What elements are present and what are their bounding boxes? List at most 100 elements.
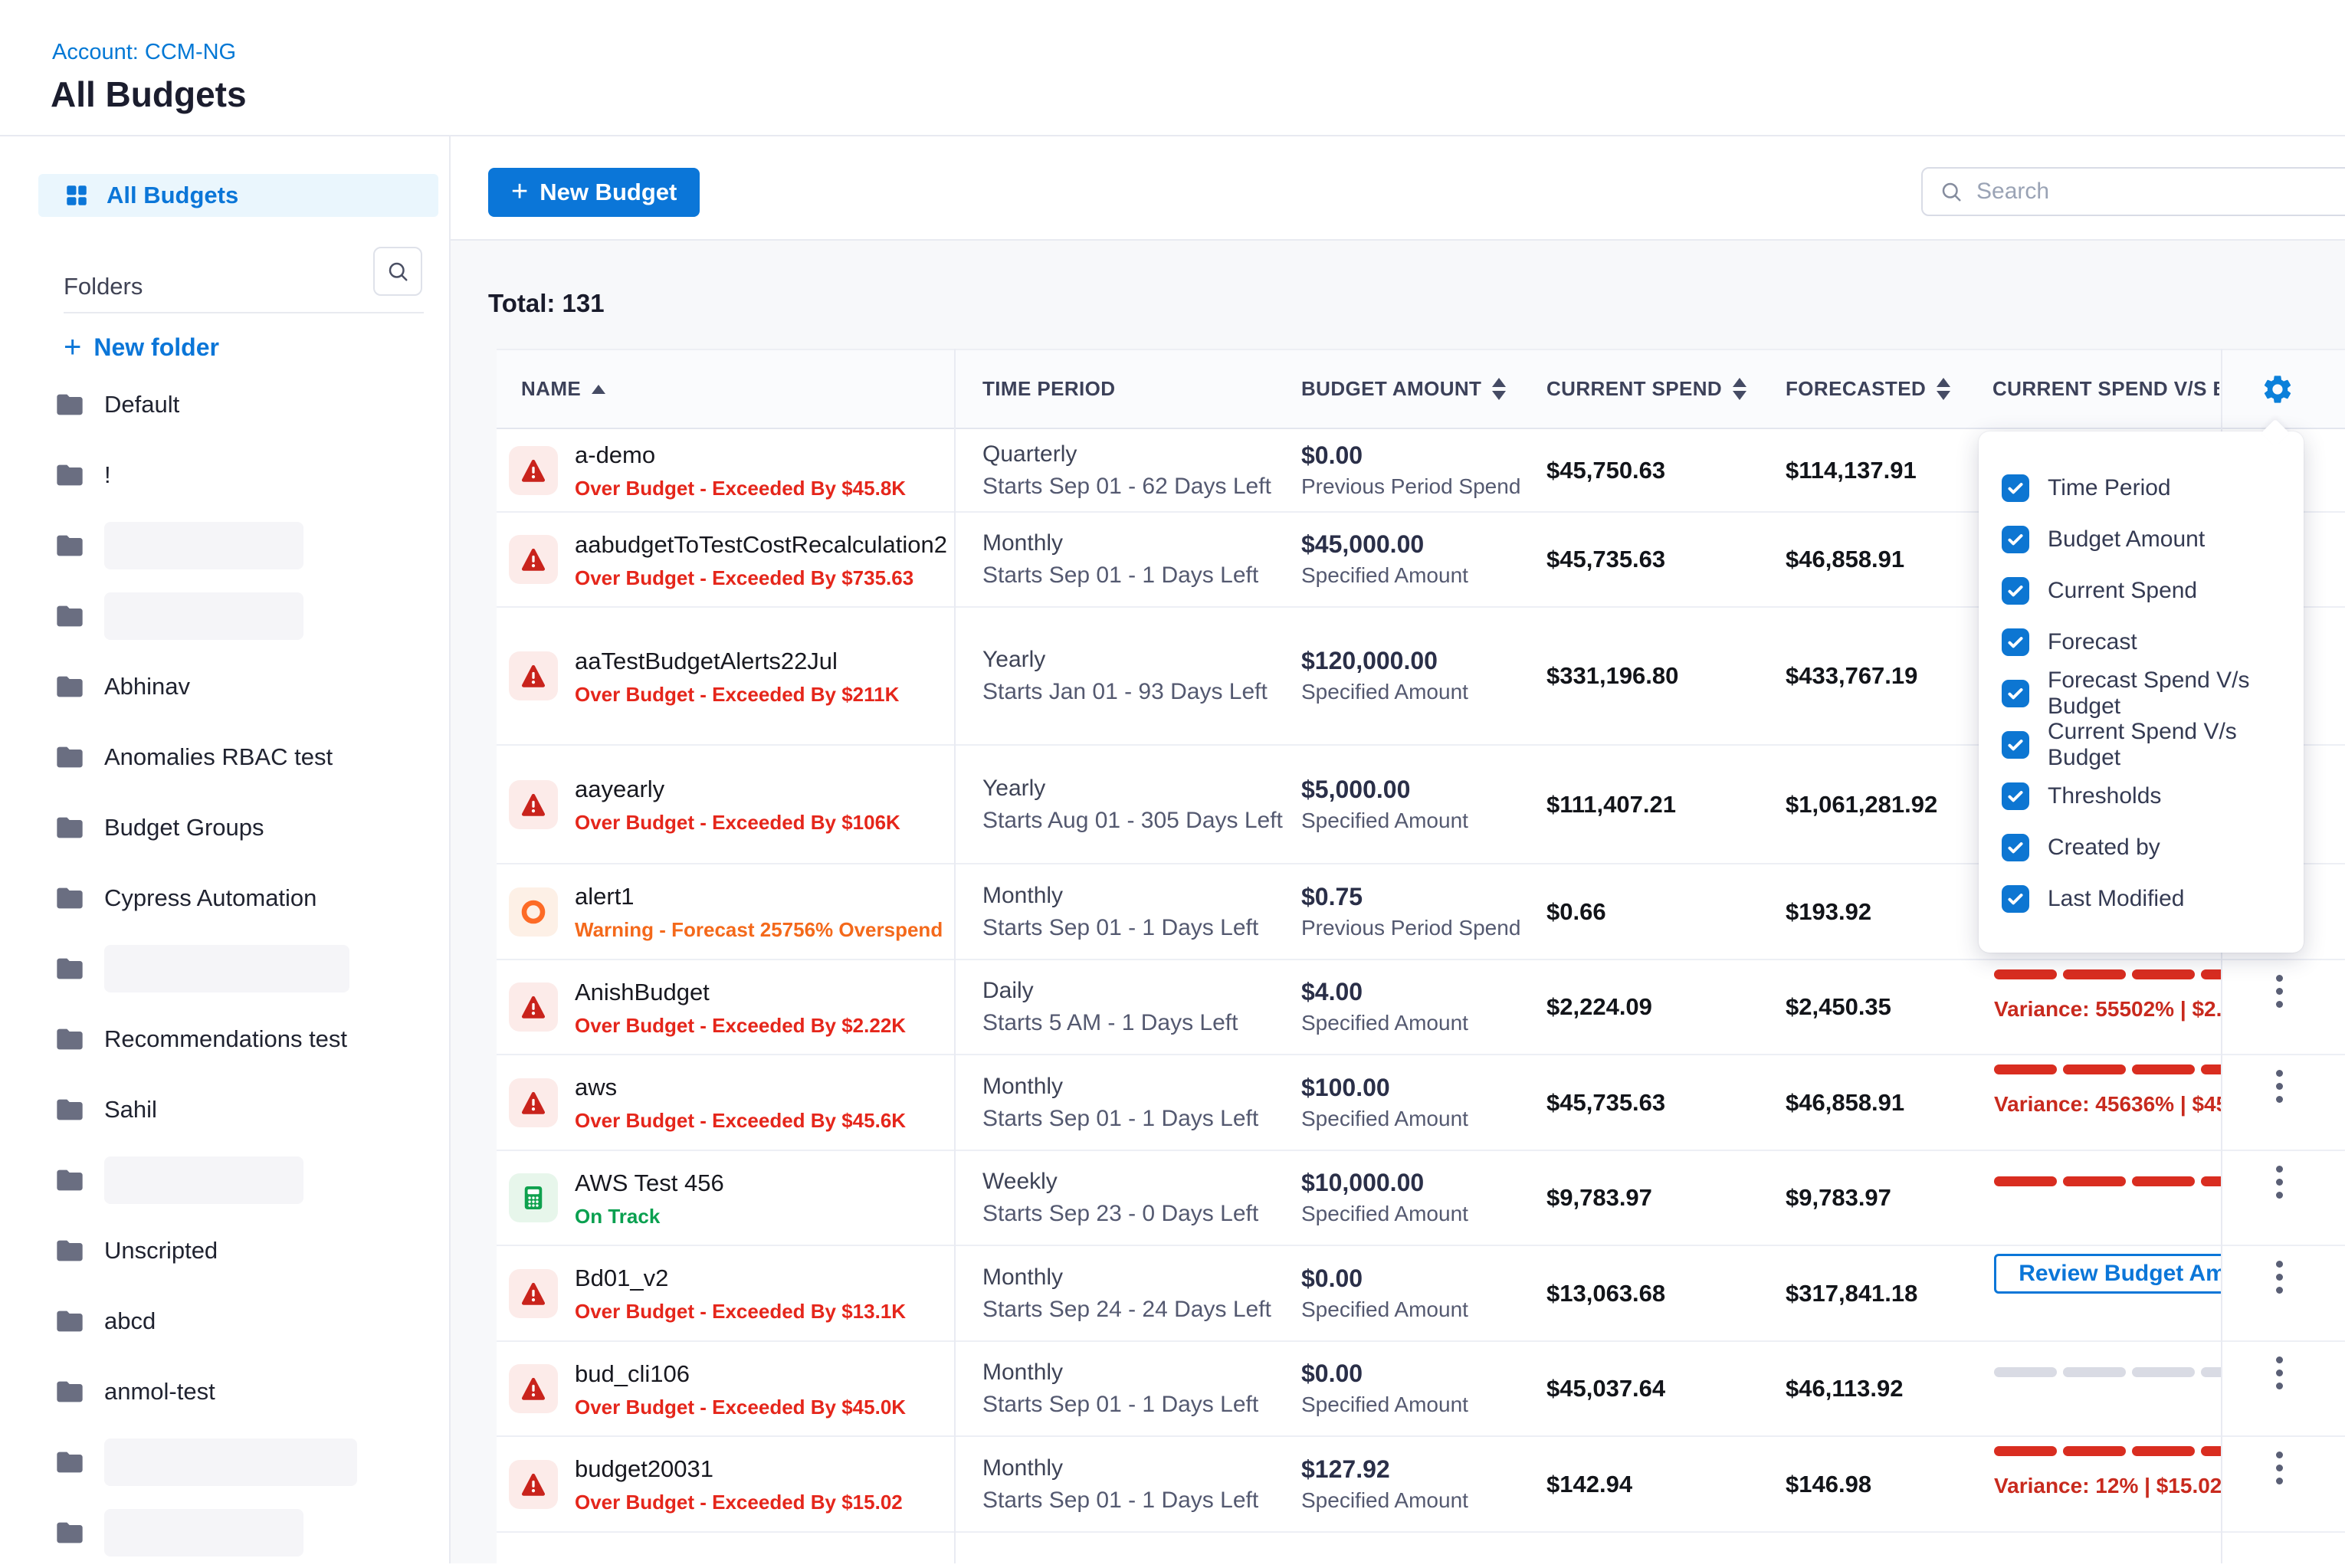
budget-name: Bd01_v2 [575,1263,906,1294]
forecasted: $193.92 [1786,864,1871,959]
row-menu-button[interactable] [2262,1348,2296,1397]
sidebar-folder[interactable]: Budget Groups [52,792,264,863]
checkbox-checked[interactable] [2002,782,2029,810]
sidebar-folder[interactable]: Anomalies RBAC test [52,722,333,792]
checkbox-checked[interactable] [2002,680,2029,707]
table-row[interactable]: awsOver Budget - Exceeded By $45.6KMonth… [497,1055,2345,1151]
sidebar-folder[interactable]: Abhinav [52,651,190,722]
folder-icon [52,1235,87,1266]
sort-icon[interactable] [1492,378,1506,400]
sidebar-folder[interactable] [52,1427,357,1497]
folder-icon [52,389,87,420]
budget-name: AnishBudget [575,977,906,1008]
column-menu-item[interactable]: Forecast [2002,627,2137,658]
column-menu-item[interactable]: Created by [2002,832,2160,863]
budget-amount-cell: $10,000.00Specified Amount [1301,1151,1468,1245]
table-row[interactable]: budget20031Over Budget - Exceeded By $15… [497,1437,2345,1533]
sidebar-folder[interactable]: Unscripted [52,1215,218,1286]
table-row[interactable]: AnishBudget Over Budget - Exceeded By $2.… [497,960,2345,1055]
checkbox-checked[interactable] [2002,731,2029,759]
table-row[interactable]: bud_cli106Over Budget - Exceeded By $45.… [497,1342,2345,1437]
folder-search-button[interactable] [373,247,422,296]
budget-status: Over Budget - Exceeded By $2.22K [575,1013,906,1038]
sidebar-item-all-budgets[interactable]: All Budgets [38,174,438,217]
row-menu-button[interactable] [2262,1252,2296,1301]
row-menu-button[interactable] [2262,1443,2296,1492]
sidebar-folder[interactable] [52,933,349,1004]
checkbox-checked[interactable] [2002,577,2029,605]
column-menu-item[interactable]: Thresholds [2002,781,2161,812]
column-header[interactable]: NAME [521,350,605,428]
checkbox-checked[interactable] [2002,834,2029,861]
current-spend: $13,063.68 [1546,1246,1665,1340]
new-folder-button[interactable]: + New folder [64,329,219,366]
checkbox-checked[interactable] [2002,628,2029,656]
sidebar-folder[interactable]: Default [52,369,179,440]
column-header[interactable]: FORECASTED [1786,350,1950,428]
row-menu-button[interactable] [2262,1157,2296,1206]
column-menu-item[interactable]: Budget Amount [2002,524,2205,555]
checkbox-checked[interactable] [2002,885,2029,913]
column-header[interactable]: BUDGET AMOUNT [1301,350,1506,428]
sidebar-folder[interactable] [52,510,303,581]
time-period-cell: MonthlyStarts Sep 01 - 1 Days Left [982,864,1258,959]
column-header-label: NAME [521,377,581,401]
column-settings-button[interactable] [2253,350,2302,428]
budget-amount-detail: Specified Amount [1301,1389,1468,1420]
column-menu-item[interactable]: Current Spend [2002,576,2197,606]
column-header[interactable]: CURRENT SPEND [1546,350,1746,428]
budget-amount-cell: $4.00Specified Amount [1301,960,1468,1054]
sidebar-folder[interactable] [52,1497,303,1568]
sidebar-folder[interactable]: Cypress Automation [52,863,316,933]
budget-amount-detail: Previous Period Spend [1301,471,1520,502]
column-header: TIME PERIOD [982,350,1115,428]
column-menu-item[interactable]: Last Modified [2002,884,2184,914]
checkbox-checked[interactable] [2002,474,2029,502]
search-input[interactable] [1975,178,2345,205]
column-menu-item[interactable]: Current Spend V/s Budget [2002,730,2304,760]
checkbox-checked[interactable] [2002,526,2029,553]
table-row[interactable]: Bd01_v2Over Budget - Exceeded By $13.1KM… [497,1246,2345,1342]
budget-name-cell: AnishBudget Over Budget - Exceeded By $2.… [509,960,906,1054]
sort-icon[interactable] [1733,378,1746,400]
review-budget-amount-button[interactable]: Review Budget Amount [1994,1254,2221,1294]
sidebar-folder[interactable] [52,581,303,651]
column-menu-item[interactable]: Time Period [2002,473,2171,504]
sidebar-folder[interactable] [52,1145,303,1215]
sort-ascending-icon[interactable] [592,385,605,394]
sidebar-folder[interactable]: Recommendations test [52,1004,347,1074]
sort-up-icon [1733,378,1746,387]
folder-icon [52,883,87,914]
folder-name: Default [104,391,179,418]
budget-amount: $100.00 [1301,1071,1468,1104]
sidebar-folder[interactable]: abcd [52,1286,156,1356]
spend-vs-budget-bar [1994,1446,2221,1456]
column-header-label: TIME PERIOD [982,377,1115,401]
search-icon [386,260,409,283]
grid-icon [64,182,90,208]
column-header-label: CURRENT SPEND V/S BUDGET [1992,377,2219,401]
budget-name-block: bud_cli106Over Budget - Exceeded By $45.… [575,1359,906,1419]
sort-icon[interactable] [1937,378,1950,400]
account-breadcrumb[interactable]: Account: CCM-NG [52,40,236,65]
column-menu-item[interactable]: Forecast Spend V/s Budget [2002,678,2304,709]
row-menu-button[interactable] [2262,966,2296,1015]
folder-icon [52,671,87,702]
budget-name-cell: aaTestBudgetAlerts22JulOver Budget - Exc… [509,608,899,744]
current-spend: $45,735.63 [1546,1055,1665,1150]
calculator-status-icon [509,1173,558,1222]
time-period-cell: QuarterlyStarts Sep 01 - 62 Days Left [982,429,1271,511]
sidebar-folder[interactable]: anmol-test [52,1356,215,1427]
current-spend: $0.66 [1546,864,1606,959]
folder-name: Sahil [104,1096,157,1124]
new-budget-button[interactable]: + New Budget [488,168,700,217]
table-row[interactable]: AWS Test 456On TrackWeeklyStarts Sep 23 … [497,1151,2345,1246]
budget-name-cell: AWS Test 456On Track [509,1151,724,1245]
column-header-label: FORECASTED [1786,377,1926,401]
sidebar-folder[interactable]: Sahil [52,1074,157,1145]
row-menu-button[interactable] [2262,1061,2296,1110]
forecasted: $433,767.19 [1786,608,1917,744]
search-icon [1940,180,1963,203]
time-period-detail: Starts Sep 01 - 1 Days Left [982,912,1258,944]
sidebar-folder[interactable]: ! [52,440,111,510]
